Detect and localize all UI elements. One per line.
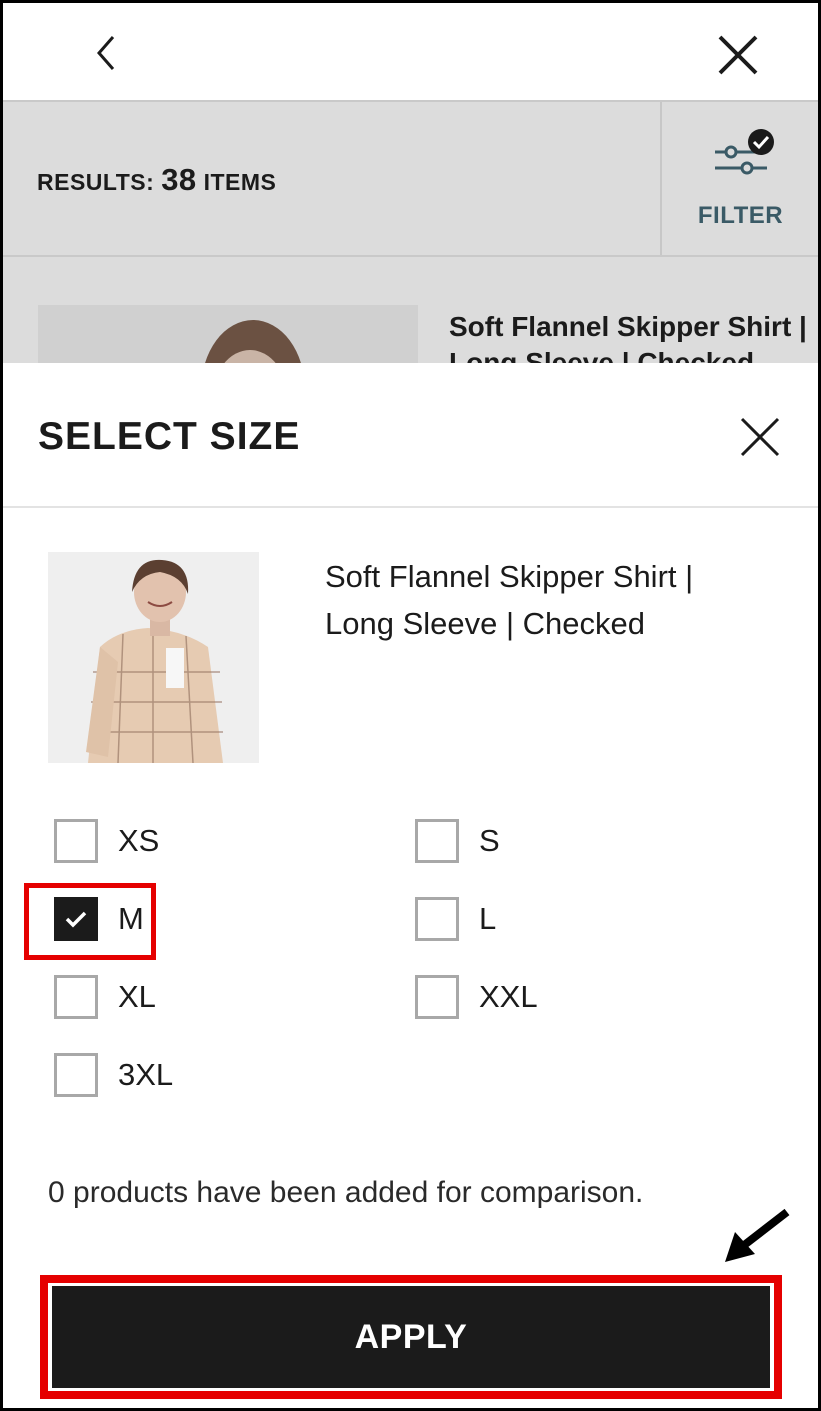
select-size-sheet: SELECT SIZE Soft Flannel Skipper Shirt |… (3, 363, 818, 1408)
app-frame: RESULTS: 38 ITEMS FILTER Soft Flannel Sk… (0, 0, 821, 1411)
sheet-divider (3, 506, 818, 508)
size-option-3xl[interactable]: 3XL (54, 1053, 274, 1099)
product-name: Soft Flannel Skipper Shirt | Long Sleeve… (325, 559, 694, 641)
product-image (48, 552, 259, 763)
size-checkbox-s[interactable] (415, 819, 459, 863)
check-icon (65, 911, 87, 928)
close-icon (718, 35, 758, 75)
size-option-l[interactable]: L (415, 897, 635, 943)
size-label-xs: XS (118, 823, 160, 858)
product-list-title[interactable]: Soft Flannel Skipper Shirt | Long Sleeve… (449, 309, 809, 367)
size-label-xxl: XXL (479, 979, 538, 1014)
top-nav (3, 3, 818, 100)
size-label-m: M (118, 901, 144, 936)
filter-divider (660, 102, 662, 255)
close-icon (740, 417, 780, 457)
size-checkbox-l[interactable] (415, 897, 459, 941)
comparison-status-text: 0 products have been added for compariso… (48, 1176, 644, 1209)
back-chevron-icon (97, 36, 115, 70)
size-option-m[interactable]: M (54, 897, 154, 943)
size-checkbox-xl[interactable] (54, 975, 98, 1019)
size-label-3xl: 3XL (118, 1057, 174, 1092)
results-count: 38 (161, 162, 197, 197)
size-label-xl: XL (118, 979, 156, 1014)
filter-button[interactable]: FILTER (663, 102, 818, 255)
size-option-s[interactable]: S (415, 819, 635, 865)
close-page-button[interactable] (713, 31, 763, 79)
size-option-xs[interactable]: XS (54, 819, 274, 865)
back-button[interactable] (89, 33, 125, 73)
size-label-l: L (479, 901, 497, 936)
filter-label: FILTER (697, 202, 784, 229)
size-checkbox-m[interactable] (54, 897, 98, 941)
apply-highlight-box: APPLY (40, 1275, 782, 1399)
model-photo-image (38, 305, 418, 367)
arrow-pointer-icon (725, 1208, 790, 1262)
sheet-close-button[interactable] (736, 413, 784, 461)
results-count-text: RESULTS: 38 ITEMS (37, 162, 276, 198)
size-label-s: S (479, 823, 500, 858)
sheet-title: SELECT SIZE (38, 415, 301, 458)
product-list: Soft Flannel Skipper Shirt | Long Sleeve… (3, 257, 818, 367)
size-checkbox-3xl[interactable] (54, 1053, 98, 1097)
filter-sliders-icon (715, 129, 774, 175)
size-option-xxl[interactable]: XXL (415, 975, 635, 1021)
apply-button[interactable]: APPLY (52, 1286, 770, 1388)
product-list-thumbnail[interactable] (38, 305, 418, 367)
results-suffix: ITEMS (203, 169, 277, 195)
size-checkbox-xxl[interactable] (415, 975, 459, 1019)
size-checkbox-xs[interactable] (54, 819, 98, 863)
size-option-xl[interactable]: XL (54, 975, 274, 1021)
results-bar: RESULTS: 38 ITEMS FILTER (3, 100, 818, 257)
results-prefix: RESULTS: (37, 169, 155, 195)
